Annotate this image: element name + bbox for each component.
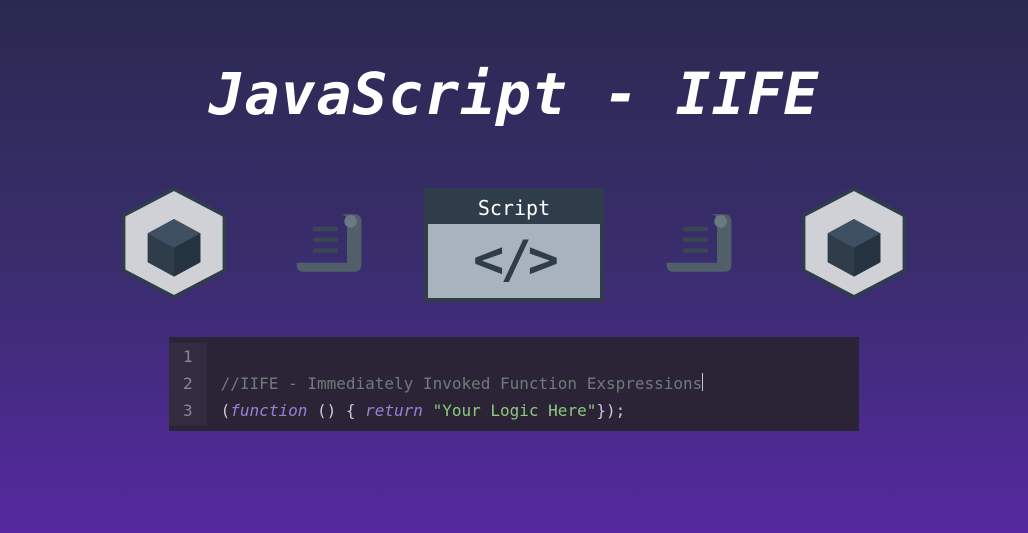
code-block: 1 2 3 //IIFE - Immediately Invoked Funct… — [169, 337, 859, 431]
code-line: (function () { return "Your Logic Here"}… — [221, 397, 859, 424]
line-number: 1 — [183, 343, 193, 370]
script-box-header: Script — [428, 192, 600, 224]
code-token: }); — [596, 401, 625, 420]
code-keyword: return — [365, 401, 423, 420]
code-comment: //IIFE - Immediately Invoked Function Ex… — [221, 374, 703, 393]
code-line: //IIFE - Immediately Invoked Function Ex… — [221, 370, 859, 397]
line-number: 3 — [183, 397, 193, 424]
scroll-icon — [654, 198, 744, 292]
code-line — [221, 343, 859, 370]
code-keyword: function — [230, 401, 307, 420]
cube-icon — [794, 183, 914, 307]
cube-icon — [114, 183, 234, 307]
icon-row: Script </> — [0, 183, 1028, 307]
code-token: ( — [221, 401, 231, 420]
cursor-icon — [702, 373, 703, 391]
code-string: "Your Logic Here" — [433, 401, 597, 420]
scroll-icon — [284, 198, 374, 292]
code-gutter: 1 2 3 — [169, 343, 207, 425]
page-title: JavaScript - IIFE — [0, 0, 1028, 128]
script-box: Script </> — [424, 188, 604, 302]
line-number: 2 — [183, 370, 193, 397]
code-lines: //IIFE - Immediately Invoked Function Ex… — [207, 343, 859, 425]
script-box-body: </> — [428, 224, 600, 298]
code-token — [423, 401, 433, 420]
code-token: () { — [307, 401, 365, 420]
